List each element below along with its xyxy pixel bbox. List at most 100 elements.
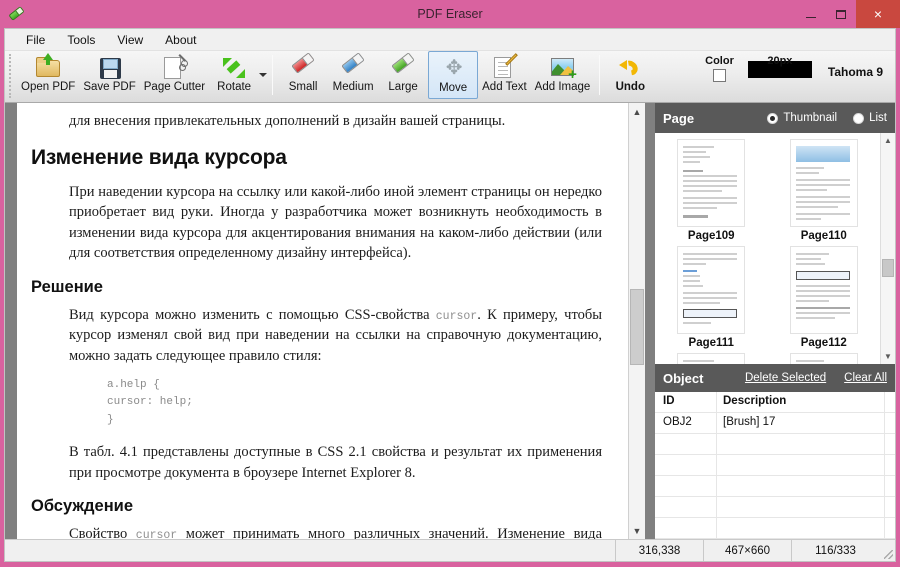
object-panel-actions: Delete Selected Clear All <box>727 372 887 384</box>
thumbnail-item[interactable]: Page110 <box>768 139 881 242</box>
document-viewer: для внесения привлекательных дополнений … <box>5 103 655 539</box>
brush-size-control[interactable]: 20px <box>747 55 812 78</box>
doc-heading-3: Обсуждение <box>31 497 133 516</box>
doc-heading-1: Изменение вида курсора <box>31 145 287 169</box>
move-button[interactable]: ✥ Move <box>428 51 479 99</box>
thumbnail-item-partial[interactable] <box>655 353 768 364</box>
document-scrollbar[interactable]: ▲ ▼ <box>628 103 645 539</box>
thumbnail-item[interactable]: Page109 <box>655 139 768 242</box>
thumb-scroll-down-icon[interactable]: ▼ <box>881 349 895 364</box>
status-cursor-position: 316,338 <box>615 540 703 561</box>
toolbar: Open PDF Save PDF Page Cutter Rotate Sma… <box>5 51 895 103</box>
view-mode-group: Thumbnail List <box>751 112 887 124</box>
undo-button[interactable]: Undo <box>605 51 655 99</box>
add-image-label: Add Image <box>534 81 591 93</box>
object-table: ID Description OBJ2 [Brush] 17 <box>655 392 895 539</box>
table-row-empty[interactable] <box>655 476 895 497</box>
client-area: File Tools View About Open PDF Save PDF <box>4 28 896 562</box>
doc-paragraph-4: Свойство cursor может принимать много ра… <box>69 524 602 539</box>
object-table-container: ID Description OBJ2 [Brush] 17 <box>655 392 895 539</box>
main-body: для внесения привлекательных дополнений … <box>5 103 895 539</box>
eraser-medium-icon <box>338 52 368 80</box>
eraser-medium-button[interactable]: Medium <box>328 51 378 99</box>
clear-all-link[interactable]: Clear All <box>844 372 887 384</box>
table-row[interactable]: OBJ2 [Brush] 17 <box>655 413 895 434</box>
table-row-empty[interactable] <box>655 434 895 455</box>
move-arrows-icon: ✥ <box>445 57 463 79</box>
resize-grip-icon[interactable] <box>879 540 895 561</box>
menu-item-tools[interactable]: Tools <box>56 31 106 49</box>
page-cutter-button[interactable]: Page Cutter <box>140 51 209 99</box>
eraser-large-button[interactable]: Large <box>378 51 428 99</box>
radio-thumbnail-dot <box>767 112 779 124</box>
doc-p2-before: Вид курсора можно изменить с помощью CSS… <box>69 306 436 323</box>
color-swatch[interactable] <box>713 69 726 82</box>
menu-item-about[interactable]: About <box>154 31 207 49</box>
add-image-button[interactable]: + Add Image <box>531 51 595 99</box>
thumbnail-preview[interactable] <box>677 246 746 334</box>
thumbnail-scrollbar[interactable]: ▲ ▼ <box>880 133 895 364</box>
rotate-label: Rotate <box>217 81 252 93</box>
add-text-button[interactable]: Add Text <box>478 51 531 99</box>
toolbar-grip[interactable] <box>9 54 14 98</box>
radio-list[interactable]: List <box>853 112 887 124</box>
rotate-button[interactable]: Rotate <box>209 51 259 99</box>
eraser-small-label: Small <box>288 81 318 93</box>
eraser-small-button[interactable]: Small <box>278 51 328 99</box>
document-left-margin <box>5 103 17 539</box>
undo-label: Undo <box>615 81 645 93</box>
thumbnail-caption: Page109 <box>687 230 735 242</box>
thumbnail-preview[interactable] <box>677 353 746 364</box>
chevron-down-icon <box>259 73 268 77</box>
title-bar: PDF Eraser × <box>0 0 900 28</box>
table-row-empty[interactable] <box>655 455 895 476</box>
radio-thumbnail[interactable]: Thumbnail <box>767 112 837 124</box>
eraser-large-icon <box>388 52 418 80</box>
object-panel-header: Object Delete Selected Clear All <box>655 364 895 392</box>
column-header-description: Description <box>717 392 885 412</box>
pdf-page-content[interactable]: для внесения привлекательных дополнений … <box>17 103 628 539</box>
thumbnail-preview[interactable] <box>677 139 746 227</box>
eraser-small-icon <box>288 52 318 80</box>
status-page-size: 467×660 <box>703 540 791 561</box>
page-panel-title: Page <box>663 110 695 126</box>
radio-list-dot <box>853 112 865 124</box>
thumbnail-preview[interactable] <box>789 139 858 227</box>
thumb-scroll-up-icon[interactable]: ▲ <box>881 133 895 148</box>
document-scroll-track[interactable] <box>629 120 645 522</box>
side-panels: Page Thumbnail List Page109 Page110 Page… <box>655 103 895 539</box>
color-picker[interactable]: Color <box>705 55 734 82</box>
add-image-icon: + <box>547 54 577 82</box>
table-row-empty[interactable] <box>655 497 895 518</box>
scroll-up-icon[interactable]: ▲ <box>629 103 645 120</box>
open-folder-icon <box>33 53 63 80</box>
font-label[interactable]: Tahoma 9 <box>828 65 883 79</box>
thumbnail-item[interactable]: Page111 <box>655 246 768 349</box>
menu-item-view[interactable]: View <box>106 31 154 49</box>
status-page-number: 116/333 <box>791 540 879 561</box>
object-panel-title: Object <box>663 370 704 386</box>
table-row-empty[interactable] <box>655 518 895 539</box>
rotate-dropdown-button[interactable] <box>259 51 268 99</box>
thumbnail-preview[interactable] <box>789 353 858 364</box>
thumbnail-item[interactable]: Page112 <box>768 246 881 349</box>
doc-paragraph-3: В табл. 4.1 представлены доступные в CSS… <box>69 444 602 481</box>
application-window: PDF Eraser × File Tools View About Open … <box>0 0 900 567</box>
thumbnail-scroll-track[interactable] <box>881 148 895 349</box>
brush-size-label: 20px <box>767 55 793 67</box>
thumbnail-scroll-thumb[interactable] <box>882 258 894 277</box>
toolbar-separator-1 <box>272 55 274 95</box>
radio-thumbnail-label: Thumbnail <box>783 112 838 124</box>
menu-bar: File Tools View About <box>5 29 895 51</box>
save-pdf-button[interactable]: Save PDF <box>79 51 139 99</box>
doc-p2-code: cursor <box>435 309 478 323</box>
thumbnail-preview[interactable] <box>789 246 858 334</box>
delete-selected-link[interactable]: Delete Selected <box>745 372 826 384</box>
scroll-down-icon[interactable]: ▼ <box>629 522 645 539</box>
menu-item-file[interactable]: File <box>15 31 56 49</box>
document-scroll-thumb[interactable] <box>630 288 644 366</box>
open-pdf-button[interactable]: Open PDF <box>17 51 79 99</box>
undo-arrow-icon <box>615 54 645 80</box>
rotate-arrows-icon <box>219 54 249 80</box>
thumbnail-item-partial[interactable] <box>768 353 881 364</box>
